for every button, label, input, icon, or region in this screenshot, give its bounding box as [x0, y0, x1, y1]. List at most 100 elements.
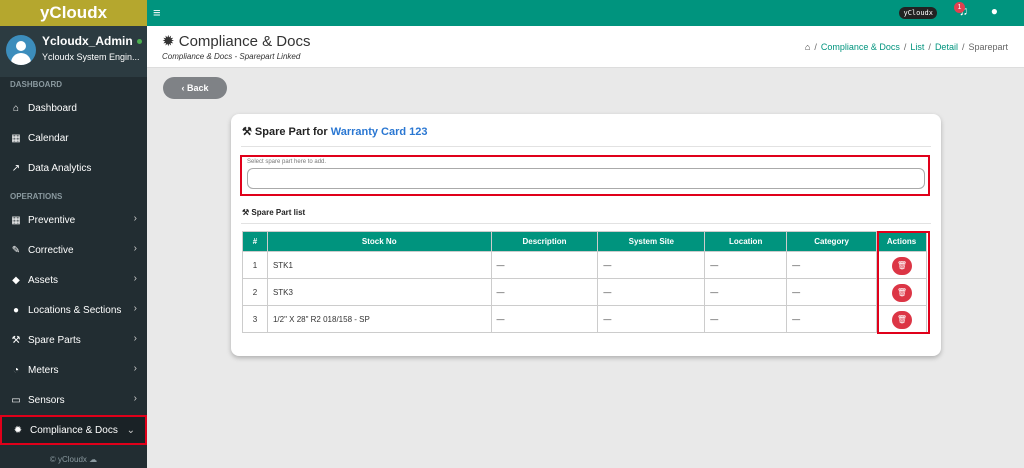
delete-button[interactable]: 🗑 — [892, 257, 912, 275]
sidebar-item-label: Meters — [28, 364, 59, 376]
monitor-icon: ▭ — [11, 394, 21, 406]
user-panel: Ycloudx_Admin Ycloudx System Engin... — [0, 26, 147, 77]
sidebar-item-label: Locations & Sections — [28, 304, 122, 316]
page-title: Compliance & Docs — [178, 33, 311, 50]
user-role: Ycloudx System Engin... — [42, 52, 140, 62]
system-site-cell: — — [597, 278, 706, 306]
description-cell: — — [490, 305, 599, 333]
row-index: 1 — [242, 251, 268, 279]
sidebar-item-label: Preventive — [28, 214, 76, 226]
home-icon[interactable]: ⌂ — [805, 42, 810, 52]
sidebar-item-sensors[interactable]: ▭ Sensors › — [0, 385, 147, 415]
chevron-right-icon: › — [133, 243, 137, 254]
spare-part-card: ⚒ Spare Part for Warranty Card 123 Selec… — [231, 114, 941, 356]
sidebar-item-assets[interactable]: ◆ Assets › — [0, 265, 147, 295]
menu-icon[interactable]: ≡ — [153, 5, 161, 20]
system-site-cell: — — [597, 305, 706, 333]
column-header-location[interactable]: Location — [704, 231, 788, 252]
tools-icon: ⚒ — [242, 126, 255, 138]
category-cell: — — [786, 278, 877, 306]
chart-icon: ↗ — [11, 162, 21, 174]
column-header-description[interactable]: Description — [490, 231, 599, 252]
user-name: Ycloudx_Admin — [42, 34, 133, 48]
tag-icon: ◆ — [12, 274, 20, 286]
brand-logo[interactable]: yCloudx — [0, 0, 147, 26]
delete-button[interactable]: 🗑 — [892, 311, 912, 329]
chevron-right-icon: › — [133, 303, 137, 314]
breadcrumb: ⌂ / Compliance & Docs / List / Detail / Sparepar… — [804, 42, 1008, 52]
home-icon: ⌂ — [12, 102, 20, 114]
table-row: 1 STK1 — — — — — [242, 251, 927, 279]
breadcrumb-compliance[interactable]: Compliance & Docs — [821, 42, 900, 52]
sidebar-item-meters[interactable]: ◔ Meters › — [0, 355, 147, 385]
table-row: 3 1/2" X 28" R2 018/158 - SP — — — — — [242, 305, 927, 333]
sidebar-item-label: Compliance & Docs — [30, 424, 118, 436]
column-header-category[interactable]: Category — [786, 231, 877, 252]
sidebar-item-preventive[interactable]: ▦ Preventive › — [0, 205, 147, 235]
sidebar-item-spare-parts[interactable]: ⚒ Spare Parts › — [0, 325, 147, 355]
system-site-cell: — — [597, 251, 706, 279]
trash-icon: 🗑 — [896, 261, 908, 270]
trash-icon: 🗑 — [896, 315, 908, 324]
chevron-right-icon: › — [133, 213, 137, 224]
sidebar-footer: © yCloudx ☁ — [49, 455, 98, 464]
gauge-icon: ◔ — [12, 364, 20, 376]
trash-icon: 🗑 — [896, 288, 908, 297]
table-row: 2 STK3 — — — — — [242, 278, 927, 306]
column-header-stock-no[interactable]: Stock No — [266, 231, 492, 252]
divider — [241, 223, 931, 224]
wrench-icon: ✎ — [11, 244, 21, 256]
sidebar-item-label: Sensors — [28, 394, 65, 406]
category-cell: — — [786, 251, 877, 279]
section-label-dashboard: DASHBOARD — [10, 80, 62, 89]
sidebar-item-corrective[interactable]: ✎ Corrective › — [0, 235, 147, 265]
topbar: ≡ yCloudx ♫1 ● — [147, 0, 1024, 26]
spare-part-table: # Stock No Description System Site Locat… — [242, 231, 927, 333]
sidebar-item-label: Corrective — [28, 244, 74, 256]
card-title: Spare Part for — [254, 126, 331, 138]
warranty-card-link[interactable]: Warranty Card 123 — [331, 126, 428, 138]
sidebar-item-locations[interactable]: ● Locations & Sections › — [0, 295, 147, 325]
bell-icon[interactable]: ♫1 — [954, 2, 968, 18]
sidebar-item-compliance[interactable]: ✹ Compliance & Docs ⌄ — [0, 415, 147, 445]
sidebar-item-analytics[interactable]: ↗ Data Analytics — [0, 153, 147, 183]
notification-count: 1 — [954, 2, 965, 13]
chevron-right-icon: › — [133, 333, 137, 344]
page-subtitle: Compliance & Docs - Sparepart Linked — [162, 52, 301, 61]
breadcrumb-list[interactable]: List — [910, 42, 924, 52]
back-button[interactable]: ‹ Back — [163, 77, 227, 99]
sidebar-item-label: Spare Parts — [28, 334, 81, 346]
sidebar-item-label: Assets — [28, 274, 59, 286]
column-header-system-site[interactable]: System Site — [597, 231, 706, 252]
user-icon[interactable]: ● — [991, 4, 998, 18]
stock-no-cell: 1/2" X 28" R2 018/158 - SP — [266, 305, 492, 333]
tools-icon: ⚒ — [11, 334, 21, 346]
chevron-down-icon: ⌄ — [126, 425, 135, 436]
calendar-icon: ▦ — [11, 132, 21, 144]
badge-icon: ✹ — [162, 33, 179, 50]
breadcrumb-detail[interactable]: Detail — [935, 42, 958, 52]
sidebar: yCloudx Ycloudx_Admin Ycloudx System Eng… — [0, 0, 147, 468]
sidebar-item-dashboard[interactable]: ⌂ Dashboard — [0, 93, 147, 123]
stock-no-cell: STK3 — [266, 278, 492, 306]
globe-icon: ● — [12, 304, 20, 316]
sidebar-item-calendar[interactable]: ▦ Calendar — [0, 123, 147, 153]
column-header-index: # — [242, 231, 268, 252]
location-cell: — — [704, 305, 788, 333]
spare-part-picker: Select spare part here to add. — [240, 155, 930, 196]
row-index: 2 — [242, 278, 268, 306]
chevron-right-icon: › — [133, 363, 137, 374]
avatar — [6, 35, 36, 65]
section-label-operations: OPERATIONS — [10, 192, 63, 201]
divider — [241, 146, 931, 147]
spare-part-select-input[interactable] — [247, 168, 925, 189]
delete-button[interactable]: 🗑 — [892, 284, 912, 302]
spare-part-input-label: Select spare part here to add. — [247, 159, 327, 165]
calendar-icon: ▦ — [11, 214, 21, 226]
online-status-dot — [136, 39, 142, 45]
list-title: Spare Part list — [251, 208, 306, 217]
sidebar-item-label: Calendar — [28, 132, 69, 144]
stock-no-cell: STK1 — [266, 251, 492, 279]
chevron-right-icon: › — [133, 393, 137, 404]
description-cell: — — [490, 251, 599, 279]
